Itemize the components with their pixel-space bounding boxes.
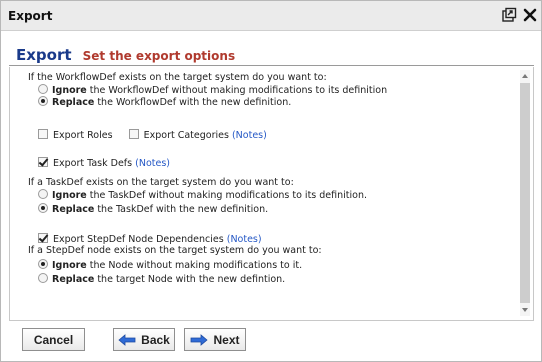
- option-text: the TaskDef with the new definition.: [94, 204, 269, 215]
- close-icon[interactable]: [522, 7, 538, 23]
- stepdef-replace-radio[interactable]: [38, 273, 48, 283]
- header-divider: [9, 65, 534, 66]
- option-bold-label: Replace: [52, 97, 95, 108]
- option-bold-label: Ignore: [52, 190, 87, 201]
- option-text: the WorkflowDef without making modificat…: [86, 85, 388, 96]
- scroll-up-icon[interactable]: [522, 74, 528, 78]
- option-bold-label: Ignore: [52, 85, 87, 96]
- scrollbar-thumb[interactable]: [520, 83, 530, 303]
- arrow-left-icon: [118, 333, 136, 346]
- cancel-button[interactable]: Cancel: [22, 328, 85, 351]
- workflow-question: If the WorkflowDef exists on the target …: [28, 72, 327, 83]
- stepdef-ignore-radio[interactable]: [38, 259, 48, 269]
- title-bar: Export: [1, 1, 541, 31]
- option-bold-label: Replace: [52, 274, 95, 285]
- export-roles-checkbox[interactable]: [38, 129, 48, 139]
- workflow-ignore-radio[interactable]: [38, 84, 48, 94]
- maximize-icon[interactable]: [501, 7, 517, 23]
- arrow-right-icon: [191, 333, 209, 346]
- options-panel: If the WorkflowDef exists on the target …: [9, 67, 534, 321]
- next-button-label: Next: [213, 332, 240, 347]
- export-task-defs-notes-link[interactable]: (Notes): [135, 158, 170, 169]
- export-stepdef-deps-checkbox[interactable]: [38, 233, 48, 243]
- stepdef-replace-option[interactable]: Replace the target Node with the new def…: [38, 273, 285, 286]
- taskdef-ignore-radio[interactable]: [38, 189, 48, 199]
- window-title: Export: [8, 9, 53, 23]
- stepdef-question: If a StepDef node exists on the target s…: [28, 245, 322, 256]
- export-task-defs-row: Export Task Defs (Notes): [38, 157, 170, 170]
- option-bold-label: Ignore: [52, 260, 87, 271]
- option-text: the WorkflowDef with the new definition.: [94, 97, 292, 108]
- back-button-label: Back: [141, 332, 170, 347]
- export-task-defs-checkbox[interactable]: [38, 157, 48, 167]
- page-title: Export: [16, 46, 72, 64]
- page-header: Export Set the export options: [16, 45, 235, 65]
- cancel-button-label: Cancel: [33, 332, 74, 347]
- option-bold-label: Replace: [52, 204, 95, 215]
- workflow-replace-radio[interactable]: [38, 96, 48, 106]
- export-categories-checkbox[interactable]: [128, 129, 139, 139]
- export-roles-label: Export Roles: [53, 130, 113, 141]
- option-text: the TaskDef without making modifications…: [86, 190, 368, 201]
- export-categories-notes-link[interactable]: (Notes): [232, 130, 267, 141]
- stepdef-ignore-option[interactable]: Ignore the Node without making modificat…: [38, 259, 302, 272]
- export-stepdef-deps-label: Export StepDef Node Dependencies: [53, 234, 224, 245]
- export-categories-label: Export Categories: [143, 130, 229, 141]
- vertical-scrollbar[interactable]: [520, 70, 530, 316]
- export-stepdef-deps-notes-link[interactable]: (Notes): [227, 234, 262, 245]
- taskdef-replace-radio[interactable]: [38, 203, 48, 213]
- option-text: the Node without making modifications to…: [86, 260, 303, 271]
- option-text: the target Node with the new defintion.: [94, 274, 286, 285]
- export-dialog: Export Export Set the export options If …: [0, 0, 542, 362]
- roles-categories-row: Export Roles Export Categories (Notes): [38, 129, 267, 142]
- next-button[interactable]: Next: [184, 328, 246, 351]
- scroll-down-icon[interactable]: [522, 308, 528, 312]
- button-bar: Cancel Back Next: [9, 321, 534, 357]
- back-button[interactable]: Back: [113, 328, 175, 351]
- workflow-replace-option[interactable]: Replace the WorkflowDef with the new def…: [38, 96, 291, 109]
- taskdef-question: If a TaskDef exists on the target system…: [28, 177, 294, 188]
- taskdef-replace-option[interactable]: Replace the TaskDef with the new definit…: [38, 203, 268, 216]
- taskdef-ignore-option[interactable]: Ignore the TaskDef without making modifi…: [38, 189, 367, 202]
- export-task-defs-label: Export Task Defs: [53, 158, 133, 169]
- page-subtitle: Set the export options: [82, 49, 236, 63]
